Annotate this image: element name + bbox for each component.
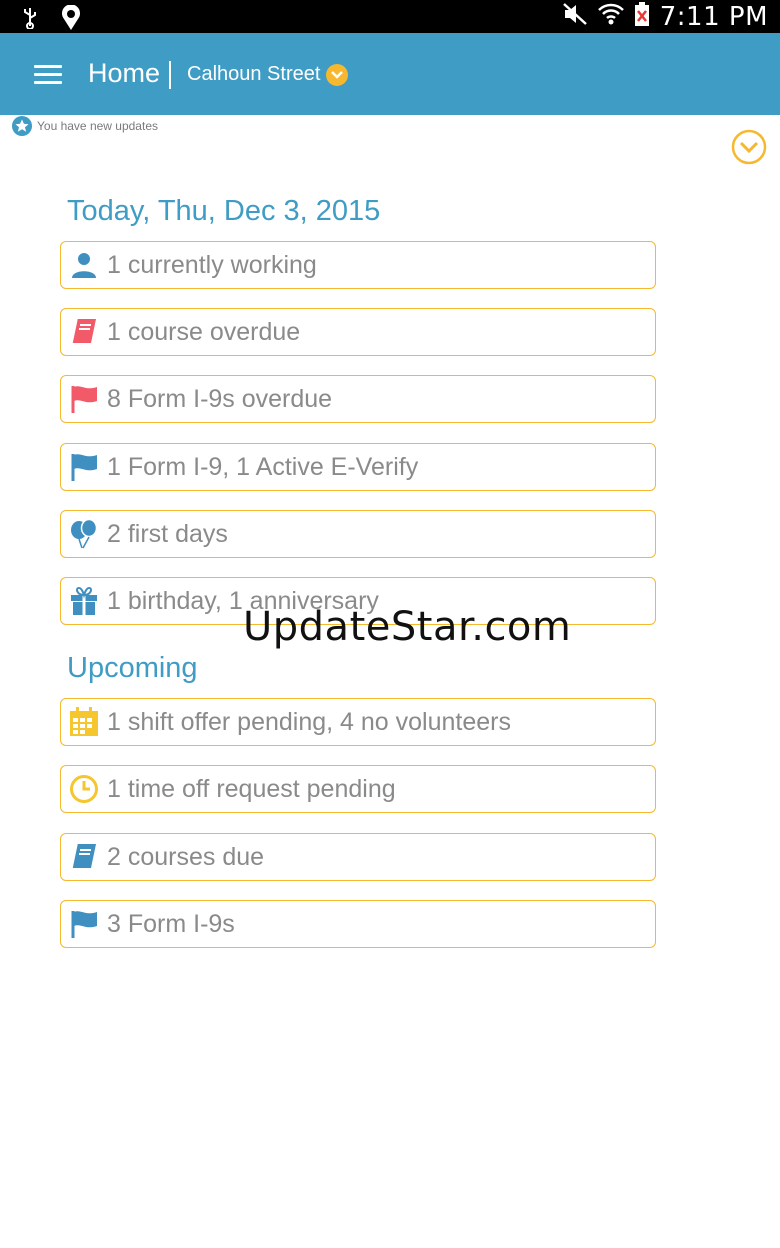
item-text: 3 Form I-9s (107, 909, 235, 938)
upcoming-item-form-i9s[interactable]: 3 Form I-9s (60, 900, 656, 948)
flag-icon (68, 451, 100, 483)
flag-icon (68, 908, 100, 940)
upcoming-heading: Upcoming (67, 652, 198, 684)
item-text: 1 time off request pending (107, 774, 396, 803)
mute-icon (562, 2, 588, 31)
person-icon (68, 249, 100, 281)
today-item-e-verify[interactable]: 1 Form I-9, 1 Active E-Verify (60, 443, 656, 491)
location-icon (60, 4, 82, 36)
menu-icon[interactable] (34, 65, 62, 85)
upcoming-item-shift-offer[interactable]: 1 shift offer pending, 4 no volunteers (60, 698, 656, 746)
page-title: Home (88, 58, 161, 88)
item-text: 8 Form I-9s overdue (107, 384, 333, 413)
balloons-icon (68, 518, 100, 550)
item-text: 1 course overdue (107, 317, 301, 346)
book-icon (68, 316, 100, 348)
today-item-forms-overdue[interactable]: 8 Form I-9s overdue (60, 375, 656, 423)
item-text: 1 Form I-9, 1 Active E-Verify (107, 452, 419, 481)
today-item-course-overdue[interactable]: 1 course overdue (60, 308, 656, 356)
chevron-down-icon (326, 63, 349, 86)
status-bar: 7:11 PM (0, 0, 780, 33)
wifi-icon (597, 1, 624, 32)
item-text: 2 first days (107, 519, 228, 548)
item-text: 2 courses due (107, 842, 265, 871)
item-text: 1 shift offer pending, 4 no volunteers (107, 707, 511, 736)
calendar-icon (68, 706, 100, 738)
upcoming-item-time-off[interactable]: 1 time off request pending (60, 765, 656, 813)
star-badge-icon (12, 116, 32, 136)
battery-icon (634, 1, 650, 32)
expand-button[interactable] (731, 129, 767, 165)
location-label: Calhoun Street (187, 63, 321, 85)
book-icon (68, 841, 100, 873)
upcoming-item-courses-due[interactable]: 2 courses due (60, 833, 656, 881)
updates-notice[interactable]: You have new updates (12, 116, 158, 136)
watermark: UpdateStar.com (243, 604, 572, 650)
updates-text: You have new updates (37, 119, 158, 133)
today-item-currently-working[interactable]: 1 currently working (60, 241, 656, 289)
today-item-first-days[interactable]: 2 first days (60, 510, 656, 558)
clock-icon (68, 773, 100, 805)
today-heading: Today, Thu, Dec 3, 2015 (67, 195, 381, 227)
usb-icon (22, 7, 38, 34)
clock-time: 7:11 PM (659, 1, 768, 32)
gift-icon (68, 585, 100, 617)
item-text: 1 currently working (107, 250, 317, 279)
location-selector[interactable]: Calhoun Street (187, 63, 349, 86)
title-divider (169, 61, 171, 89)
app-bar: Home Calhoun Street (0, 33, 780, 115)
flag-icon (68, 383, 100, 415)
chevron-down-circle-icon (731, 129, 767, 165)
